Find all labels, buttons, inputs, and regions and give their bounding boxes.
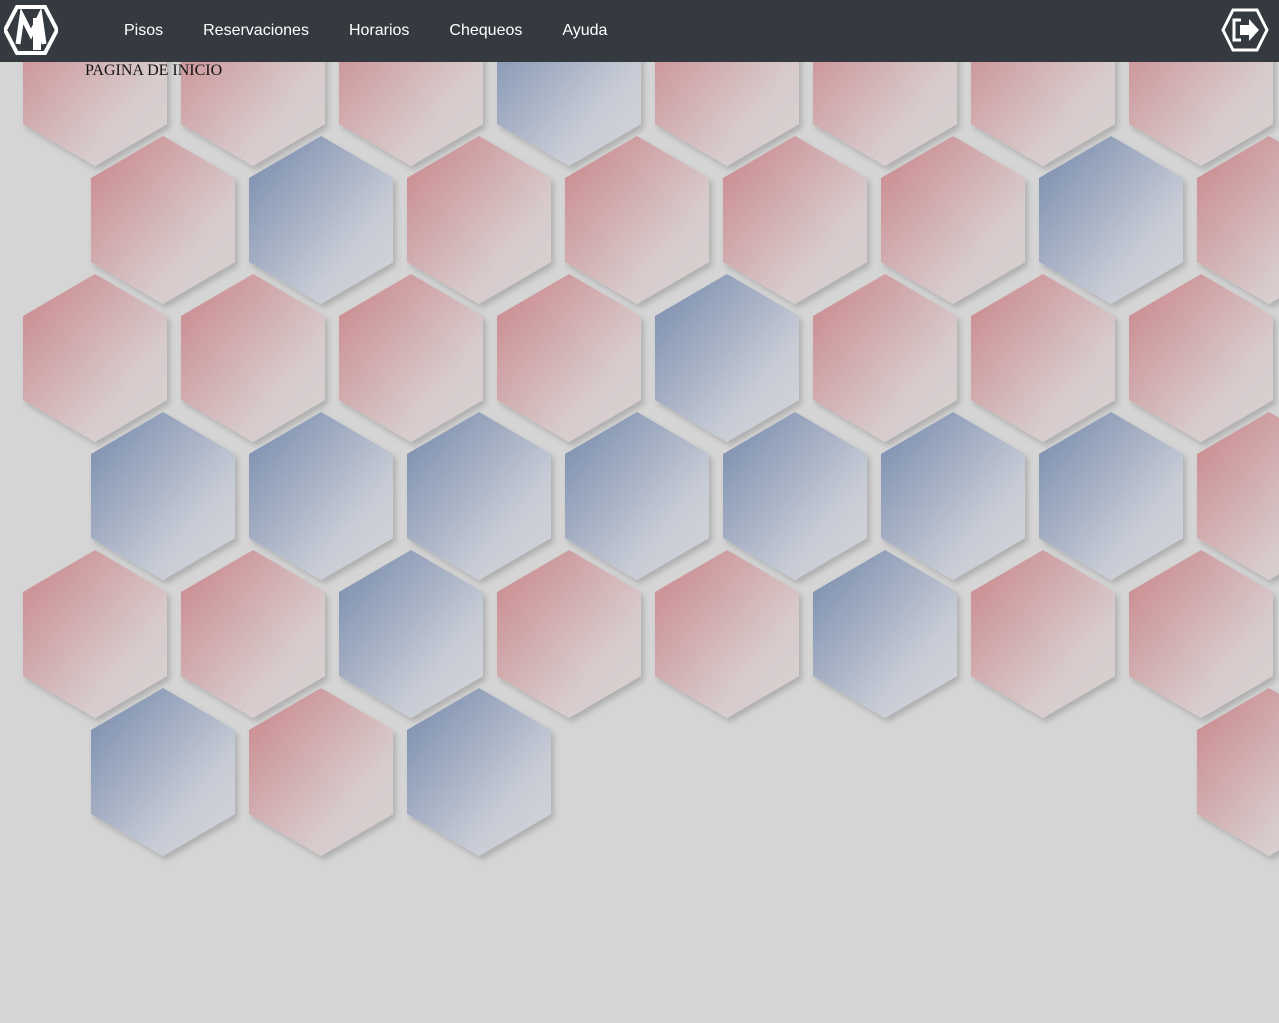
hexagon-red: [23, 550, 167, 718]
hexagon-blue: [407, 412, 551, 580]
hexagon-red: [655, 550, 799, 718]
hexagon-blue: [249, 412, 393, 580]
hexagon-red: [1129, 550, 1273, 718]
hexagon-red: [813, 274, 957, 442]
hexagon-red: [971, 274, 1115, 442]
hexagon-red: [1129, 274, 1273, 442]
hexagon-red: [565, 136, 709, 304]
hexagon-blue: [249, 136, 393, 304]
hexagon-red: [723, 136, 867, 304]
hexagon-blue: [723, 412, 867, 580]
hexagon-red: [249, 688, 393, 856]
hexagon-blue: [339, 550, 483, 718]
hexagon-blue: [407, 688, 551, 856]
nav-link-horarios[interactable]: Horarios: [329, 22, 429, 40]
brand-logo-icon[interactable]: [4, 4, 58, 56]
nav-link-pisos[interactable]: Pisos: [104, 22, 183, 40]
nav-link-reservaciones[interactable]: Reservaciones: [183, 22, 329, 40]
logout-icon[interactable]: [1221, 8, 1269, 52]
hexagon-blue: [565, 412, 709, 580]
hexagon-red: [497, 274, 641, 442]
hexagon-red: [1197, 688, 1279, 856]
hexagon-red: [1197, 412, 1279, 580]
hexagon-red: [181, 274, 325, 442]
hexagon-red: [23, 274, 167, 442]
nav-link-ayuda[interactable]: Ayuda: [542, 22, 627, 40]
hexagon-red: [497, 550, 641, 718]
hexagon-blue: [91, 688, 235, 856]
hexagon-red: [91, 136, 235, 304]
hexagon-red: [181, 550, 325, 718]
hexagon-blue: [655, 274, 799, 442]
hexagon-red: [407, 136, 551, 304]
hexagon-blue: [91, 412, 235, 580]
top-navbar: Pisos Reservaciones Horarios Chequeos Ay…: [0, 0, 1279, 62]
hexagon-blue: [1039, 412, 1183, 580]
hexagon-background: [23, 62, 1279, 856]
hexagon-blue: [1039, 136, 1183, 304]
nav-link-chequeos[interactable]: Chequeos: [429, 22, 542, 40]
hexagon-red: [339, 274, 483, 442]
hexagon-red: [1197, 136, 1279, 304]
hexagon-blue: [881, 412, 1025, 580]
hexagon-red: [881, 136, 1025, 304]
hexagon-red: [971, 550, 1115, 718]
page-title: PAGINA DE INICIO: [85, 62, 223, 79]
hexagon-blue: [813, 550, 957, 718]
nav-links: Pisos Reservaciones Horarios Chequeos Ay…: [104, 0, 627, 62]
